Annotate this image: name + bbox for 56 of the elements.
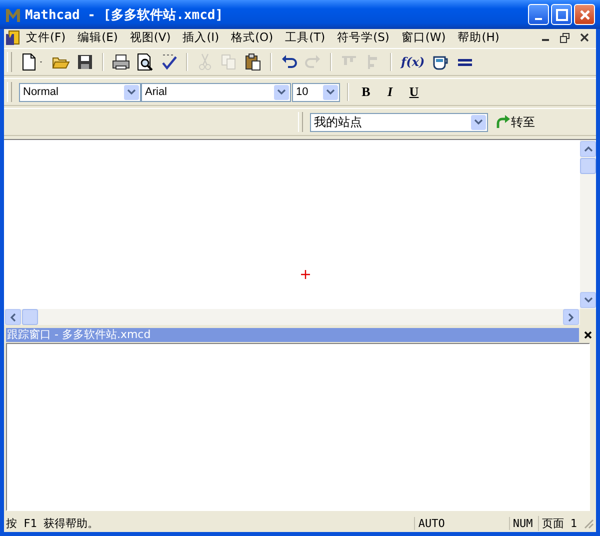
menu-item[interactable]: 格式(O)	[225, 30, 280, 45]
status-message: 按 F1 获得帮助。	[6, 516, 100, 530]
underline-button[interactable]: U	[404, 84, 424, 100]
document-icon	[6, 30, 20, 46]
clipboard-icon[interactable]	[244, 53, 262, 71]
crosshair-icon	[301, 270, 310, 279]
menu-item[interactable]: 工具(T)	[279, 30, 332, 45]
menu-item[interactable]: 视图(V)	[124, 30, 177, 45]
chevron-left-icon	[10, 312, 16, 322]
menu-item[interactable]: 文件(F)	[20, 30, 72, 45]
app-logo-icon	[5, 6, 21, 22]
restore-icon[interactable]	[560, 32, 570, 42]
resize-grip-icon[interactable]	[582, 517, 594, 529]
menu-item[interactable]: 编辑(E)	[72, 30, 124, 45]
maximize-icon	[556, 8, 568, 20]
minimize-icon	[535, 18, 542, 20]
page-number: 页面 1	[538, 516, 580, 530]
chevron-down-icon	[474, 119, 483, 125]
window-title: Mathcad - [多多软件站.xmcd]	[25, 6, 224, 24]
chevron-down-icon	[326, 89, 335, 95]
go-button[interactable]: 转至	[492, 114, 539, 130]
chevron-right-icon	[568, 312, 574, 322]
print-preview-icon[interactable]	[136, 53, 154, 71]
horizontal-scrollbar[interactable]	[4, 309, 580, 325]
chevron-down-icon	[127, 89, 136, 95]
font-size-dropdown[interactable]: 10	[292, 82, 340, 102]
new-document-icon[interactable]	[20, 53, 38, 71]
chevron-up-icon	[584, 146, 592, 152]
close-button[interactable]	[574, 4, 595, 25]
menu-item[interactable]: 帮助(H)	[452, 30, 506, 45]
chevron-down-icon	[584, 297, 592, 303]
menu-item[interactable]: 插入(I)	[176, 30, 226, 45]
bold-button[interactable]: B	[356, 84, 376, 100]
calculation-mode: AUTO	[414, 516, 448, 530]
spell-check-icon[interactable]	[160, 53, 178, 71]
font-dropdown[interactable]: Arial	[141, 82, 291, 102]
close-icon	[578, 8, 590, 20]
close-icon[interactable]	[584, 331, 592, 339]
maximize-button[interactable]	[551, 4, 572, 25]
minimize-button[interactable]	[528, 4, 549, 25]
function-button[interactable]: f(x)	[399, 55, 427, 69]
vertical-scrollbar[interactable]	[580, 140, 596, 309]
arrow-icon	[496, 115, 510, 129]
close-icon[interactable]	[580, 33, 589, 42]
address-dropdown[interactable]: 我的站点	[310, 112, 488, 132]
scrollbar-thumb[interactable]	[22, 309, 38, 325]
chevron-down-icon	[277, 89, 286, 95]
num-lock-indicator: NUM	[508, 516, 536, 530]
undo-icon[interactable]	[280, 53, 298, 71]
scrollbar-thumb[interactable]	[580, 158, 596, 174]
trace-window-title: 跟踪窗口 - 多多软件站.xmcd	[6, 328, 579, 342]
menu-item[interactable]: 窗口(W)	[395, 30, 452, 45]
style-dropdown[interactable]: Normal	[19, 82, 141, 102]
italic-button[interactable]: I	[380, 84, 400, 100]
printer-icon[interactable]	[112, 53, 130, 71]
menu-item[interactable]: 符号学(S)	[331, 30, 396, 45]
